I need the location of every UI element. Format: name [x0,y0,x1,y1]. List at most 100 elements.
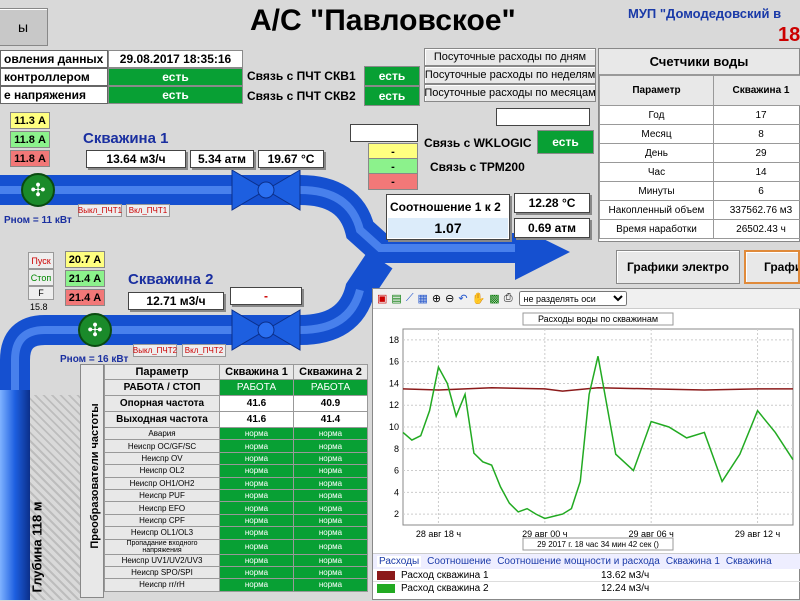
x-tick-label: 29 авг 12 ч [735,529,781,539]
well2-f-value: 15.8 [30,302,48,312]
status-label-controller: контроллером [0,68,108,86]
graphs-button[interactable]: Графи [744,250,800,284]
y-tick-label: 18 [389,335,399,345]
menu-button[interactable]: ы [0,8,48,46]
meters-header-param: Параметр [600,76,714,106]
temp-box: 12.28 °C [514,193,590,213]
well1-on-button[interactable]: Вкл_ПЧТ1 [126,204,170,217]
well1-off-button[interactable]: Выкл_ПЧТ1 [78,204,122,217]
freq-side-label: Преобразователи частоты [89,401,101,551]
fault-value: норма [220,566,294,578]
meter-row-label: Месяц [600,125,714,144]
empty-box-2 [496,108,590,126]
freq-row-label: Выходная частота [105,412,220,428]
freq-row-label: РАБОТА / СТОП [105,380,220,396]
fault-value: норма [294,477,368,489]
tab-well1[interactable]: Скважина 1 [666,556,720,567]
fault-value: норма [220,514,294,526]
wklogic-label: Связь с WKLOGIC [424,136,532,150]
fault-value: норма [294,554,368,566]
well1-flow: 13.64 м3/ч [86,150,186,168]
well1-amp-c: 11.8 А [10,150,50,167]
chart-grid-icon[interactable]: ▦ [418,292,428,305]
fault-label: Авария [105,428,220,440]
fault-label: Неиспр OL2 [105,465,220,477]
meters-table: ПараметрСкважина 1 Год17 Месяц8 День29 Ч… [599,75,800,239]
freq-ref-well1: 41.6 [220,396,294,412]
chart-footer: 29 2017 г. 18 час 34 мин 42 сек () [537,540,659,549]
meter-row-label: Год [600,106,714,125]
well2-stop[interactable]: Стоп [28,269,54,286]
legend-name-1: Расход скважина 1 [401,570,601,581]
legend-name-2: Расход скважина 2 [401,583,601,594]
zoom-in-icon[interactable]: ⊕ [432,292,441,305]
meters-title: Счетчики воды [599,49,799,75]
empty-box-1 [350,124,418,142]
freq-out-well1: 41.6 [220,412,294,428]
tab-well2[interactable]: Скважина [726,556,772,567]
well2-off-button[interactable]: Выкл_ПЧТ2 [133,344,177,357]
fault-value: норма [294,579,368,591]
well2-f[interactable]: F [28,286,54,300]
meter-row-label: Час [600,163,714,182]
y-tick-label: 4 [394,487,399,497]
undo-icon[interactable]: ↶ [458,292,467,305]
meter-row-value: 337562.76 м3 [714,201,800,220]
fault-value: норма [220,452,294,464]
status-value-controller: есть [108,68,243,86]
fault-value: норма [220,539,294,554]
fault-value: норма [294,465,368,477]
meter-row-label: Время наработки [600,220,714,239]
pressure-box: 0.69 атм [514,218,590,238]
fault-value: норма [220,440,294,452]
hand-icon[interactable]: ✋ [472,292,486,305]
chart-legend: Расход скважина 1 13.62 м3/ч Расход сква… [373,569,800,601]
fault-value: норма [294,440,368,452]
chart-title: Расходы воды по скважинам [538,314,658,324]
report-daily-button[interactable]: Посуточные расходы по дням [424,48,596,66]
print-icon[interactable]: ⎙ [504,292,513,305]
chart-line-icon[interactable]: ▣ [377,292,387,305]
well2-amp-a: 20.7 А [65,251,105,268]
tab-flows[interactable]: Расходы [377,556,421,567]
fault-value: норма [220,428,294,440]
fault-label: Неиспр OV [105,452,220,464]
fault-value: норма [294,566,368,578]
export-icon[interactable]: ▩ [489,292,499,305]
axis-mode-select[interactable]: не разделять оси [519,291,627,306]
well1-amp-a: 11.3 А [10,112,50,129]
y-tick-label: 12 [389,400,399,410]
pch1-label: Связь с ПЧТ СКВ1 [244,66,364,86]
report-weekly-button[interactable]: Посуточные расходы по неделям [424,66,596,84]
status-value-update: 29.08.2017 18:35:16 [108,50,243,68]
freq-header-param: Параметр [105,365,220,380]
graphs-electro-button[interactable]: Графики электро [616,250,740,284]
y-tick-label: 2 [394,509,399,519]
y-tick-label: 8 [394,444,399,454]
chart-bar-icon[interactable]: ▤ [391,292,401,305]
fault-label: Неиспр OC/GF/SC [105,440,220,452]
tab-power-ratio[interactable]: Соотношение мощности и расхода [497,556,660,567]
meter-row-label: День [600,144,714,163]
fault-value: норма [220,579,294,591]
fault-value: норма [220,527,294,539]
depth-label: Глубина 118 м [30,463,45,593]
fault-value: норма [294,452,368,464]
fault-value: норма [294,514,368,526]
dash-red: - [368,173,418,190]
meters-header-well1: Скважина 1 [714,76,800,106]
meter-row-value: 29 [714,144,800,163]
zoom-out-icon[interactable]: ⊖ [445,292,454,305]
chart-trend-icon[interactable]: ⟋ [406,292,414,305]
chart-panel: ▣ ▤ ⟋ ▦ ⊕ ⊖ ↶ ✋ ▩ ⎙ не разделять оси 246… [372,288,800,600]
y-tick-label: 16 [389,357,399,367]
well2-start[interactable]: Пуск [28,252,54,269]
legend-value-1: 13.62 м3/ч [601,570,649,581]
fault-label: Неиспр CPF [105,514,220,526]
well2-on-button[interactable]: Вкл_ПЧТ2 [182,344,226,357]
tab-ratio[interactable]: Соотношение [427,556,491,567]
meter-row-value: 17 [714,106,800,125]
svg-text:✣: ✣ [30,180,45,200]
fault-label: Неиспр UV1/UV2/UV3 [105,554,220,566]
meter-row-value: 14 [714,163,800,182]
